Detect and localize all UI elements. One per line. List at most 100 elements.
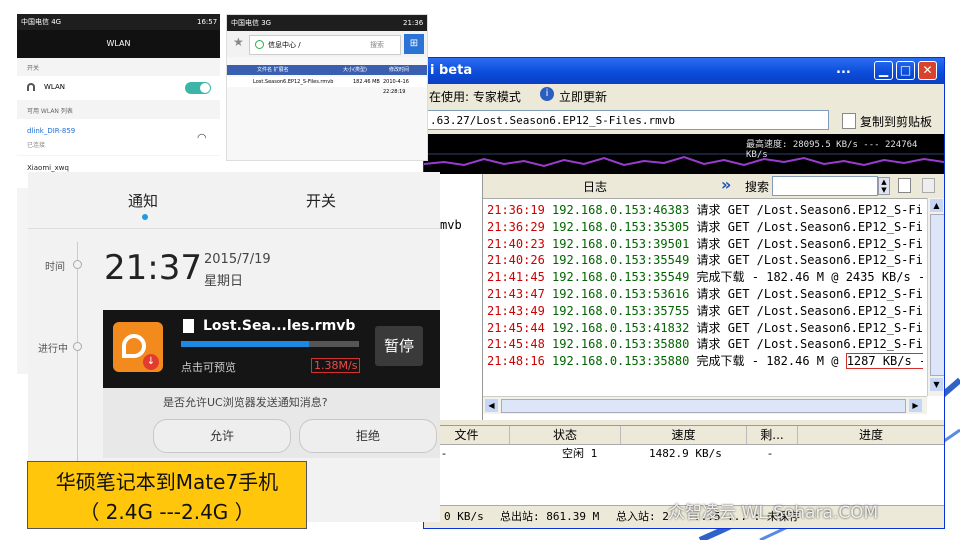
- download-hint: 点击可预览: [181, 361, 236, 374]
- mode-menu[interactable]: 在使用: 专家模式: [429, 88, 521, 105]
- log-address: 192.168.0.153:35549: [552, 253, 690, 268]
- carrier-label: 中国电信 3G: [231, 19, 272, 27]
- big-time: 21:37: [104, 248, 202, 288]
- table-row[interactable]: - 空闲 1 1482.9 KB/s -: [424, 445, 944, 463]
- search-text[interactable]: 搜索: [370, 36, 384, 54]
- log-line: 21:43:49 192.168.0.153:35755 请求 GET /Los…: [487, 303, 923, 320]
- log-line: 21:36:29 192.168.0.153:35305 请求 GET /Los…: [487, 219, 923, 236]
- highlighted-speed: 1287 KB/s -: [845, 353, 923, 370]
- allow-button[interactable]: 允许: [153, 419, 291, 453]
- log-message: 请求 GET /Lost.Season6.EP12_S-File: [696, 236, 923, 251]
- star-icon[interactable]: ★: [233, 35, 244, 49]
- minimize-button[interactable]: ▁: [874, 61, 893, 80]
- address-bar[interactable]: 信息中心 / 搜索: [249, 35, 401, 55]
- row-file: -: [442, 447, 446, 460]
- qr-icon[interactable]: ⊞: [404, 34, 424, 54]
- log-lines: 21:36:19 192.168.0.153:46383 请求 GET /Los…: [487, 202, 923, 397]
- date: 2015/7/19: [204, 252, 271, 267]
- deny-button[interactable]: 拒绝: [299, 419, 437, 453]
- log-message: 请求 GET /Lost.Season6.EP12_S-File: [696, 203, 923, 217]
- scroll-left-icon[interactable]: ◀: [485, 399, 498, 412]
- log-message: 请求 GET /Lost.Season6.EP12_S-File: [696, 253, 923, 268]
- tab-notifications[interactable]: 通知: [128, 190, 158, 211]
- phone-browser-screen: 中国电信 3G 21:36 ★ 信息中心 / 搜索 ⊞ 文件名 扩展名 大小(类…: [226, 14, 428, 161]
- watermark: 众智凌云 WL.Sohara.COM: [668, 503, 879, 523]
- scroll-right-icon[interactable]: ▶: [909, 399, 922, 412]
- col-progress[interactable]: 进度: [798, 426, 944, 445]
- row-size: 182.46 MB: [353, 79, 380, 85]
- scroll-down-icon[interactable]: ▼: [930, 378, 943, 391]
- download-progress-fill: [181, 341, 310, 347]
- log-line: 21:40:26 192.168.0.153:35549 请求 GET /Los…: [487, 252, 923, 269]
- url-row: .63.27/Lost.Season6.EP12_S-Files.rmvb 复制…: [424, 108, 944, 134]
- col-status[interactable]: 状态: [510, 426, 621, 445]
- col-time: 修改时间: [389, 67, 410, 73]
- log-address: 192.168.0.153:35880: [552, 354, 690, 369]
- log-address: 192.168.0.153:35755: [552, 303, 690, 318]
- clear-log-icon[interactable]: [922, 178, 935, 193]
- in-progress-label: 进行中: [38, 344, 68, 355]
- log-horizontal-scrollbar[interactable]: ◀ ▶: [483, 396, 927, 414]
- wlan-toggle-row[interactable]: WLAN: [17, 76, 220, 100]
- row-speed: 1482.9 KB/s: [649, 447, 722, 460]
- log-time: 21:36:19: [487, 203, 545, 217]
- browser-toolbar: ★ 信息中心 / 搜索 ⊞: [227, 31, 427, 57]
- window-title: i beta: [430, 63, 473, 78]
- http-server-window: i beta ... ▁ □ ✕ 在使用: 专家模式 i 立即更新 .63.27…: [423, 57, 945, 529]
- window-titlebar[interactable]: i beta ... ▁ □ ✕: [424, 58, 944, 84]
- log-message: 请求 GET /Lost.Season6.EP12_S-File: [696, 219, 923, 234]
- search-input[interactable]: [772, 176, 878, 196]
- search-spinner[interactable]: ▲ ▼: [878, 177, 890, 195]
- log-panel: 日志 » 搜索 ▲ ▼ 21:36:19 192.168.0.153:46383 …: [482, 174, 944, 420]
- log-message: 完成下载 - 182.46 M @ 2435 KB/s -: [696, 270, 923, 285]
- download-arrow-icon: ↓: [143, 354, 159, 370]
- log-line: 21:36:19 192.168.0.153:46383 请求 GET /Los…: [487, 202, 923, 219]
- search-label: 搜索: [745, 180, 770, 194]
- maximize-button[interactable]: □: [896, 61, 915, 80]
- shield-icon: [255, 40, 264, 49]
- scroll-up-icon[interactable]: ▲: [930, 199, 943, 212]
- copy-log-icon[interactable]: [898, 178, 911, 193]
- timeline-dot: [73, 342, 82, 351]
- log-time: 21:40:23: [487, 236, 545, 251]
- clock-label: 21:36: [403, 19, 424, 27]
- col-remaining[interactable]: 剩...: [747, 426, 798, 445]
- divider: [28, 228, 440, 229]
- col-speed[interactable]: 速度: [621, 426, 747, 445]
- info-icon: i: [540, 87, 554, 101]
- chevron-right-icon[interactable]: »: [721, 175, 731, 194]
- log-address: 192.168.0.153:53616: [552, 286, 690, 301]
- log-line: 21:43:47 192.168.0.153:53616 请求 GET /Los…: [487, 286, 923, 303]
- network-item[interactable]: dlink_DIR-859 已连接 ◠: [17, 119, 220, 155]
- tab-switches[interactable]: 开关: [306, 190, 336, 211]
- scroll-thumb[interactable]: [930, 214, 944, 376]
- update-button[interactable]: 立即更新: [559, 88, 607, 105]
- close-button[interactable]: ✕: [918, 61, 937, 80]
- carrier-label: 中国电信 4G: [21, 18, 62, 26]
- pause-button[interactable]: 暂停: [375, 326, 423, 366]
- window-title-dots: ...: [836, 62, 851, 77]
- time-label: 时间: [45, 262, 65, 273]
- log-time: 21:36:29: [487, 219, 545, 234]
- status-total-out: 总出站: 861.39 M: [500, 510, 600, 523]
- log-vertical-scrollbar[interactable]: ▲ ▼: [927, 198, 944, 396]
- download-notification[interactable]: ↓ Lost.Sea...les.rmvb 点击可预览 1.38M/s 暂停: [103, 310, 440, 388]
- wlan-switch[interactable]: [185, 82, 211, 94]
- download-speed: 1.38M/s: [311, 358, 361, 373]
- wlan-label: WLAN: [44, 83, 66, 91]
- caption-line1: 华硕笔记本到Mate7手机: [55, 470, 279, 494]
- hscroll-thumb[interactable]: [501, 399, 906, 413]
- copy-icon: [842, 113, 856, 129]
- table-row[interactable]: Lost.Season6.EP12_S-Files.rmvb 182.46 MB…: [227, 77, 427, 95]
- url-field[interactable]: .63.27/Lost.Season6.EP12_S-Files.rmvb: [424, 110, 829, 130]
- copy-to-clipboard-button[interactable]: 复制到剪贴板: [860, 113, 932, 130]
- log-line: 21:45:44 192.168.0.153:41832 请求 GET /Los…: [487, 320, 923, 337]
- log-header: 日志 » 搜索 ▲ ▼: [483, 174, 944, 199]
- active-tab-dot: [142, 214, 148, 220]
- weekday: 星期日: [204, 274, 244, 289]
- log-address: 192.168.0.153:35549: [552, 270, 690, 285]
- col-name: 文件名 扩展名: [257, 67, 289, 73]
- wifi-icon: [27, 83, 35, 91]
- caption-line2: （ 2.4G ---2.4G ）: [79, 500, 255, 524]
- page-title: WLAN: [17, 30, 220, 58]
